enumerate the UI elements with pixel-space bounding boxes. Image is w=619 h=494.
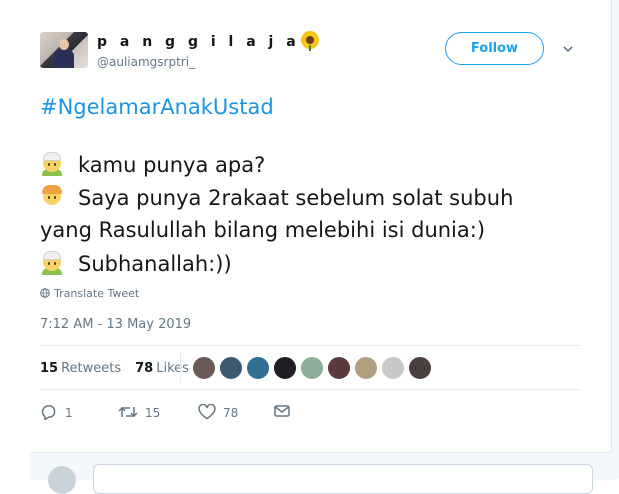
reply-icon xyxy=(41,405,56,421)
author-name-text[interactable]: p a n g g i l a j a xyxy=(97,34,300,50)
author-handle[interactable]: @auliamgsrptri_ xyxy=(97,55,195,69)
retweet-icon xyxy=(118,406,138,418)
translate-tweet-label[interactable]: Translate Tweet xyxy=(54,287,139,300)
hashtag-link[interactable]: #NgelamarAnakUstad xyxy=(40,95,274,119)
liker-avatar[interactable] xyxy=(192,356,216,380)
tweet-line: yang Rasulullah bilang melebihi isi duni… xyxy=(40,218,486,242)
liker-avatar[interactable] xyxy=(327,356,351,380)
retweets-count[interactable]: 15 xyxy=(40,361,58,376)
tweet-timestamp[interactable]: 7:12 AM - 13 May 2019 xyxy=(40,317,191,332)
likes-label[interactable]: Likes xyxy=(156,361,189,376)
like-button[interactable]: 78 xyxy=(198,403,239,424)
liker-avatar[interactable] xyxy=(354,356,378,380)
follow-button[interactable]: Follow xyxy=(445,32,544,65)
tweet-actions: 1 15 78 xyxy=(40,403,300,424)
divider xyxy=(40,345,580,346)
translate-tweet-link[interactable]: Translate Tweet xyxy=(40,287,139,300)
tweet-line: Subhanallah:)) xyxy=(78,252,232,276)
retweets-label[interactable]: Retweets xyxy=(61,361,121,376)
sunflower-icon xyxy=(300,31,319,51)
liker-avatar[interactable] xyxy=(219,356,243,380)
tweet-line: kamu punya apa? xyxy=(78,153,266,177)
older-man-icon xyxy=(40,150,64,176)
author-avatar[interactable] xyxy=(40,32,88,68)
retweets-stat[interactable]: 15 Retweets xyxy=(40,361,121,376)
heart-icon xyxy=(198,403,216,420)
liker-avatar[interactable] xyxy=(246,356,270,380)
reply-count: 1 xyxy=(65,406,73,420)
direct-message-button[interactable] xyxy=(274,404,297,424)
retweet-button[interactable]: 15 xyxy=(118,404,160,424)
reply-button[interactable]: 1 xyxy=(40,404,73,424)
current-user-avatar xyxy=(48,466,76,494)
likes-count[interactable]: 78 xyxy=(135,361,153,376)
envelope-icon xyxy=(274,405,290,417)
globe-icon xyxy=(40,288,50,298)
retweet-count: 15 xyxy=(145,406,161,420)
reply-input[interactable] xyxy=(93,464,593,494)
liker-avatar[interactable] xyxy=(381,356,405,380)
tweet-line: Saya punya 2rakaat sebelum solat subuh xyxy=(78,186,514,210)
author-display-name[interactable]: p a n g g i l a j a xyxy=(97,31,319,51)
like-count: 78 xyxy=(223,406,239,420)
older-man-icon xyxy=(40,249,64,275)
liker-avatar[interactable] xyxy=(273,356,297,380)
page-scrollbar[interactable] xyxy=(611,0,619,479)
stats-divider xyxy=(180,352,181,382)
tweet-stats: 15 Retweets 78 Likes xyxy=(40,361,189,376)
liker-avatar[interactable] xyxy=(300,356,324,380)
divider xyxy=(40,389,580,390)
chevron-down-icon[interactable] xyxy=(563,44,573,54)
liker-avatar[interactable] xyxy=(408,356,432,380)
person-blond-hair-icon xyxy=(40,183,64,209)
